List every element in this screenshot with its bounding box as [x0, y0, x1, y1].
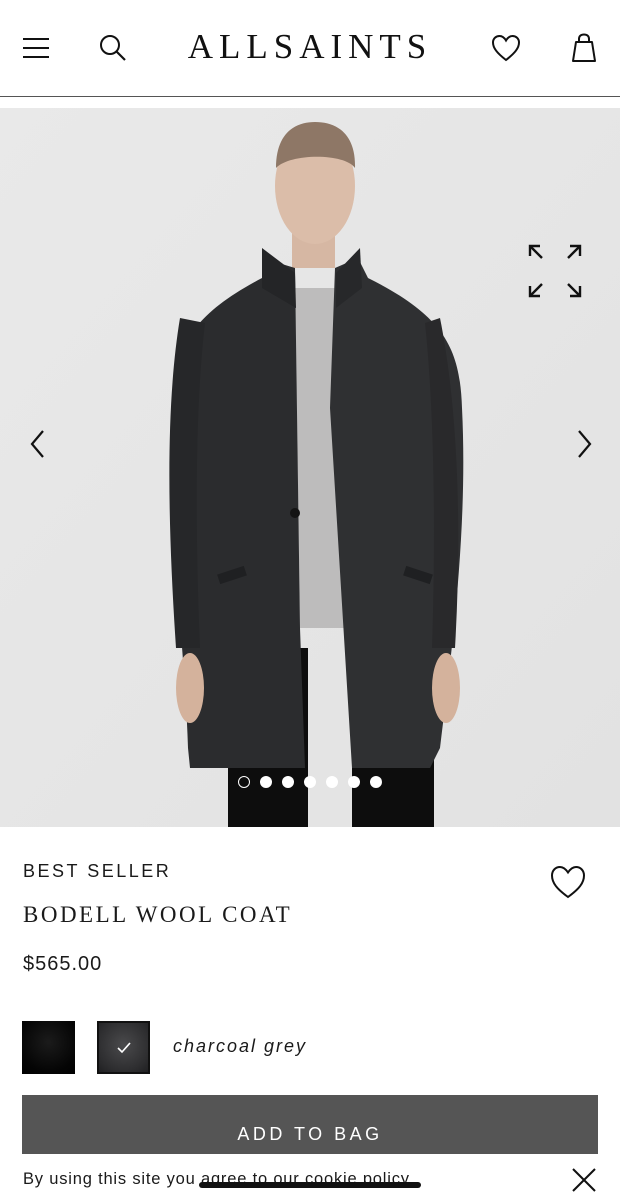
- pagination-dot[interactable]: [304, 776, 316, 788]
- pagination-dot[interactable]: [326, 776, 338, 788]
- add-to-wishlist-heart-icon[interactable]: [548, 862, 588, 902]
- pagination-dot[interactable]: [348, 776, 360, 788]
- swatch-charcoal-grey[interactable]: [97, 1021, 150, 1074]
- brand-logo[interactable]: ALLSAINTS: [0, 27, 620, 67]
- chevron-right-icon: [578, 430, 592, 458]
- bag-icon: [572, 33, 596, 62]
- product-price: $565.00: [23, 953, 103, 975]
- expand-icon[interactable]: [526, 242, 584, 300]
- close-icon[interactable]: [568, 1164, 600, 1196]
- cookie-banner: By using this site you agree to our cook…: [0, 1154, 620, 1200]
- pagination-dot[interactable]: [260, 776, 272, 788]
- home-indicator: [199, 1182, 421, 1188]
- image-pagination: [238, 776, 382, 788]
- selected-color-name: charcoal grey: [173, 1036, 308, 1056]
- cookie-text: By using this site you: [23, 1170, 201, 1188]
- site-header: ALLSAINTS: [0, 0, 620, 97]
- next-image-button[interactable]: [564, 424, 604, 464]
- previous-image-button[interactable]: [18, 424, 58, 464]
- product-image: [0, 108, 620, 827]
- pagination-dot[interactable]: [370, 776, 382, 788]
- pagination-dot[interactable]: [282, 776, 294, 788]
- product-image-gallery[interactable]: [0, 108, 620, 827]
- bag-button[interactable]: [564, 28, 604, 68]
- product-title: BODELL WOOL COAT: [23, 902, 293, 927]
- wishlist-button[interactable]: [486, 28, 526, 68]
- heart-icon: [491, 34, 521, 62]
- chevron-left-icon: [30, 430, 44, 458]
- pagination-dot[interactable]: [238, 776, 250, 788]
- best-seller-badge: BEST SELLER: [23, 861, 172, 881]
- checkmark-icon: [116, 1041, 131, 1053]
- swatch-black[interactable]: [22, 1021, 75, 1074]
